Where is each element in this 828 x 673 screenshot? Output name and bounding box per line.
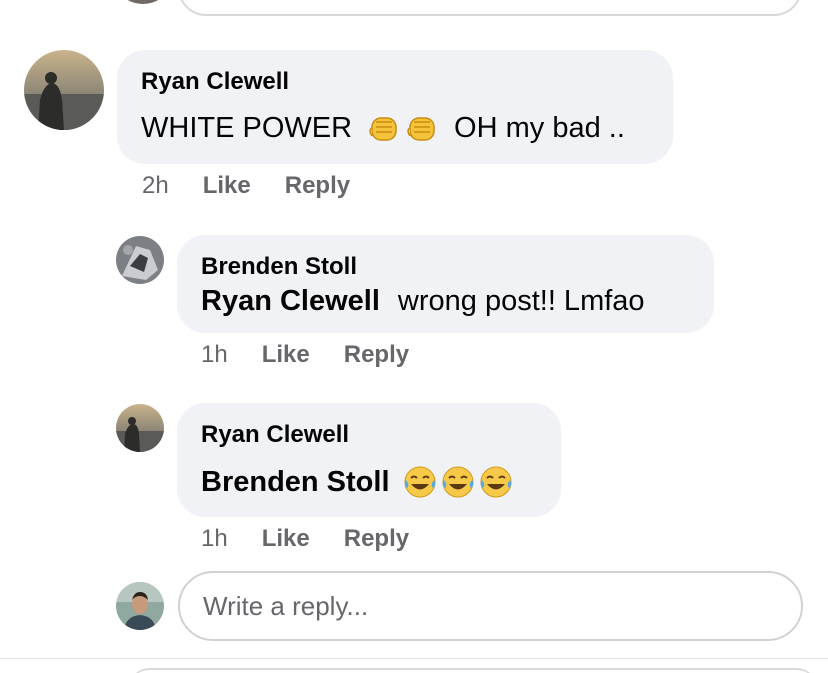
comments-thread: Ryan Clewell WHITE POWER OH my bad .. 2h…: [0, 0, 828, 673]
like-button[interactable]: Like: [262, 341, 310, 369]
reply-author[interactable]: Ryan Clewell: [201, 421, 349, 449]
reply-actions: 1h Like Reply: [201, 341, 409, 369]
reply-timestamp[interactable]: 1h: [201, 525, 228, 553]
tears-of-joy-emoji-icon: [478, 464, 514, 500]
reply-timestamp[interactable]: 1h: [201, 341, 228, 369]
avatar-ryan-clewell[interactable]: [116, 404, 164, 452]
comment-text-after: OH my bad ..: [454, 111, 625, 144]
current-user-avatar: [116, 582, 164, 630]
comment-text-main: WHITE POWER: [141, 111, 353, 144]
reply-author[interactable]: Brenden Stoll: [201, 253, 357, 281]
like-button[interactable]: Like: [262, 525, 310, 553]
comment-author[interactable]: Ryan Clewell: [141, 68, 289, 96]
reply-button[interactable]: Reply: [344, 525, 409, 553]
mention-link[interactable]: Ryan Clewell: [201, 285, 380, 318]
reply-text-main: wrong post!! Lmfao: [397, 285, 645, 317]
reply-button[interactable]: Reply: [285, 172, 350, 200]
reply-text: Ryan Clewell wrong post!! Lmfao: [201, 285, 645, 318]
avatar-brenden-stoll[interactable]: [116, 236, 164, 284]
comment-text: WHITE POWER OH my bad ..: [141, 110, 625, 146]
next-item-fragment: [128, 668, 818, 673]
reply-button[interactable]: Reply: [344, 341, 409, 369]
previous-reply-input[interactable]: [178, 0, 802, 16]
tears-of-joy-emoji-icon: [440, 464, 476, 500]
reply-input[interactable]: Write a reply...: [178, 571, 803, 641]
avatar: [120, 0, 166, 4]
reply-text: Brenden Stoll: [201, 464, 514, 500]
raised-fist-emoji-icon: [366, 110, 402, 146]
raised-fist-emoji-icon: [404, 110, 440, 146]
tears-of-joy-emoji-icon: [402, 464, 438, 500]
divider: [0, 658, 828, 659]
reply-input-placeholder: Write a reply...: [203, 590, 369, 621]
reply-bubble: [177, 235, 714, 333]
mention-link[interactable]: Brenden Stoll: [201, 466, 390, 499]
comment-actions: 2h Like Reply: [142, 172, 350, 200]
comment-timestamp[interactable]: 2h: [142, 172, 169, 200]
reply-actions: 1h Like Reply: [201, 525, 409, 553]
avatar-ryan-clewell[interactable]: [24, 50, 104, 130]
previous-reply-input-fragment: [0, 0, 828, 20]
like-button[interactable]: Like: [203, 172, 251, 200]
